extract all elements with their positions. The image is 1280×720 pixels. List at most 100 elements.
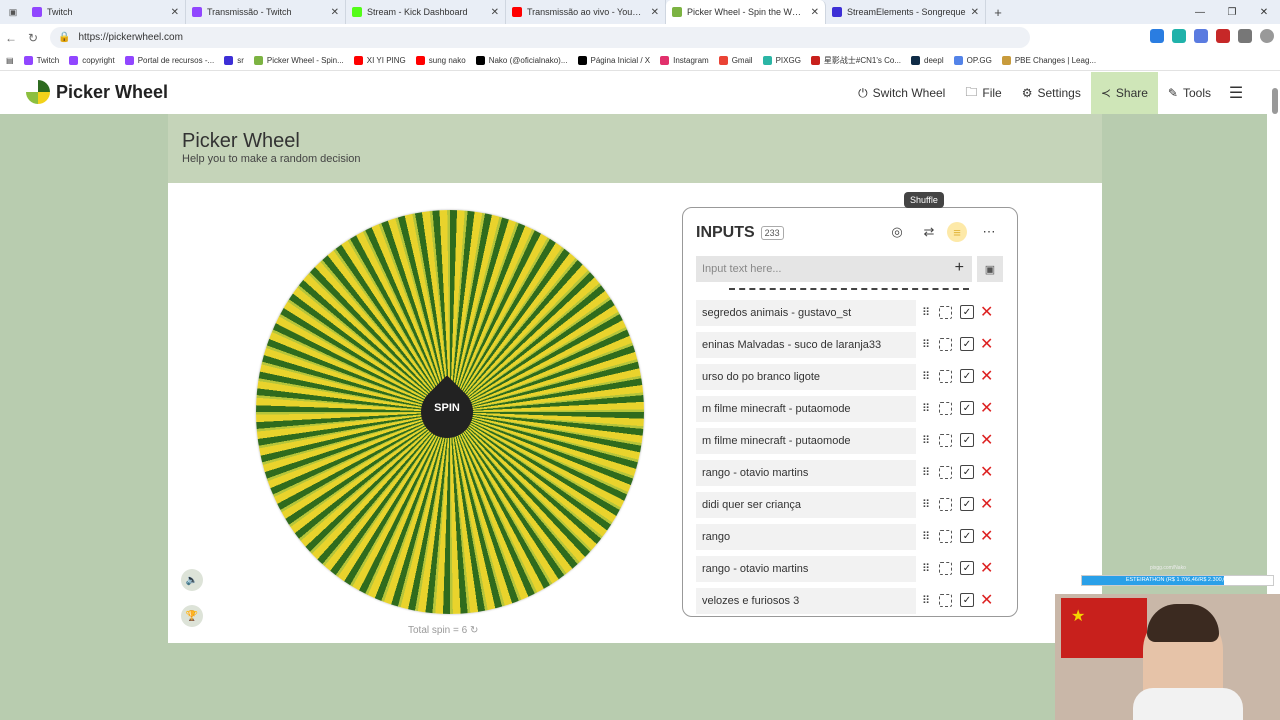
drag-handle-icon[interactable]: ⠿ [922,562,930,575]
profile-avatar-icon[interactable] [1260,29,1274,43]
back-icon[interactable]: ← [0,31,22,45]
reload-icon[interactable]: ↻ [22,31,44,45]
drag-handle-icon[interactable]: ⠿ [922,434,930,447]
close-tab-icon[interactable]: ✕ [331,7,339,18]
bookmark-item[interactable]: deepl [911,56,944,65]
bookmark-item[interactable]: Picker Wheel - Spin... [253,56,344,65]
drag-handle-icon[interactable]: ⠿ [922,338,930,351]
extension-icon[interactable] [1194,29,1208,43]
tab-actions-icon[interactable]: ▣ [0,0,26,24]
settings-button[interactable]: ⚙ Settings [1012,72,1091,114]
delete-icon[interactable]: ✕ [980,430,993,450]
bookmark-item[interactable]: Instagram [660,56,709,65]
delete-icon[interactable]: ✕ [980,334,993,354]
file-button[interactable]: 🗀 File [955,72,1011,114]
bookmark-item[interactable]: PBE Changes | Leag... [1001,56,1096,65]
browser-tab[interactable]: Picker Wheel - Spin the Wheel to ✕ [666,0,826,24]
entry-text[interactable]: m filme minecraft - putaomode [696,396,916,422]
browser-tab[interactable]: StreamElements - Songreque ✕ [826,0,986,24]
browser-tab[interactable]: Twitch ✕ [26,0,186,24]
trophy-icon[interactable]: 🏆 [181,605,203,627]
checkbox-icon[interactable]: ✓ [960,529,974,543]
extension-icon[interactable] [1216,29,1230,43]
checkbox-icon[interactable]: ✓ [960,497,974,511]
page-scrollbar[interactable] [1272,88,1278,114]
checkbox-icon[interactable]: ✓ [960,337,974,351]
checkbox-icon[interactable]: ✓ [960,433,974,447]
drag-handle-icon[interactable]: ⠿ [922,370,930,383]
share-button[interactable]: ≺ Share [1090,72,1158,114]
browser-tab[interactable]: Transmissão ao vivo - YouTube St ✕ [506,0,666,24]
close-tab-icon[interactable]: ✕ [171,7,179,18]
bookmark-item[interactable]: Gmail [718,56,753,65]
close-tab-icon[interactable]: ✕ [651,7,659,18]
entry-text[interactable]: velozes e furiosos 3 [696,588,916,614]
drag-handle-icon[interactable]: ⠿ [922,402,930,415]
entry-text[interactable]: segredos animais - gustavo_st [696,300,916,326]
delete-icon[interactable]: ✕ [980,590,993,610]
sort-icon[interactable]: ≡ [947,222,967,242]
bookmark-item[interactable]: sung nako [415,56,466,65]
entry-text[interactable]: urso do po branco ligote [696,364,916,390]
duplicate-icon[interactable] [939,562,952,575]
more-options-icon[interactable]: ⋯ [979,222,999,242]
delete-icon[interactable]: ✕ [980,302,993,322]
spin-button[interactable]: SPIN [410,375,484,449]
bookmark-item[interactable]: sr [224,56,244,65]
close-tab-icon[interactable]: ✕ [491,7,499,18]
entry-text[interactable]: rango [696,524,916,550]
drag-handle-icon[interactable]: ⠿ [922,530,930,543]
bookmark-item[interactable]: 星影战士#CN1's Co... [810,55,901,66]
delete-icon[interactable]: ✕ [980,462,993,482]
bookmarks-icon[interactable]: ▤ [6,56,14,65]
checkbox-icon[interactable]: ✓ [960,305,974,319]
url-field[interactable]: 🔒 https://pickerwheel.com [50,27,1030,48]
extension-icon[interactable] [1238,29,1252,43]
add-image-icon[interactable]: ▣ [977,256,1003,282]
entry-text[interactable]: rango - otavio martins [696,460,916,486]
reset-icon[interactable]: ↻ [470,625,478,636]
duplicate-icon[interactable] [939,434,952,447]
bookmark-item[interactable]: Portal de recursos -... [124,56,214,65]
duplicate-icon[interactable] [939,306,952,319]
delete-icon[interactable]: ✕ [980,494,993,514]
delete-icon[interactable]: ✕ [980,398,993,418]
delete-icon[interactable]: ✕ [980,526,993,546]
browser-tab[interactable]: Stream - Kick Dashboard ✕ [346,0,506,24]
entry-text[interactable]: eninas Malvadas - suco de laranja33 [696,332,916,358]
tools-button[interactable]: ✎ Tools [1158,72,1221,114]
duplicate-icon[interactable] [939,498,952,511]
delete-icon[interactable]: ✕ [980,558,993,578]
delete-icon[interactable]: ✕ [980,366,993,386]
checkbox-icon[interactable]: ✓ [960,369,974,383]
checkbox-icon[interactable]: ✓ [960,593,974,607]
browser-tab[interactable]: Transmissão - Twitch ✕ [186,0,346,24]
bookmark-item[interactable]: XI YI PING [353,56,406,65]
add-entry-icon[interactable]: + [955,259,964,277]
checkbox-icon[interactable]: ✓ [960,561,974,575]
checkbox-icon[interactable]: ✓ [960,401,974,415]
entry-text[interactable]: m filme minecraft - putaomode [696,428,916,454]
drag-handle-icon[interactable]: ⠿ [922,306,930,319]
entry-text[interactable]: rango - otavio martins [696,556,916,582]
bookmark-item[interactable]: Página Inicial / X [577,56,650,65]
shuffle-icon[interactable]: ⇄ [919,222,939,242]
duplicate-icon[interactable] [939,594,952,607]
input-text-field[interactable]: Input text here... + [696,256,972,282]
drag-handle-icon[interactable]: ⠿ [922,466,930,479]
switch-wheel-button[interactable]: ⏻ Switch Wheel [848,72,955,114]
drag-handle-icon[interactable]: ⠿ [922,498,930,511]
checkbox-icon[interactable]: ✓ [960,465,974,479]
hamburger-menu-icon[interactable]: ☰ [1221,83,1251,103]
minimize-icon[interactable]: — [1184,0,1216,24]
new-tab-button[interactable]: + [986,5,1010,20]
site-info-icon[interactable]: 🔒 [58,32,70,43]
duplicate-icon[interactable] [939,338,952,351]
sound-toggle-icon[interactable]: 🔈 [181,569,203,591]
extension-icon[interactable] [1172,29,1186,43]
bookmark-item[interactable]: copyright [69,56,115,65]
bookmark-item[interactable]: Nako (@oficialnako)... [475,56,568,65]
site-logo[interactable]: Picker Wheel [26,80,168,104]
duplicate-icon[interactable] [939,530,952,543]
close-tab-icon[interactable]: ✕ [971,7,979,18]
